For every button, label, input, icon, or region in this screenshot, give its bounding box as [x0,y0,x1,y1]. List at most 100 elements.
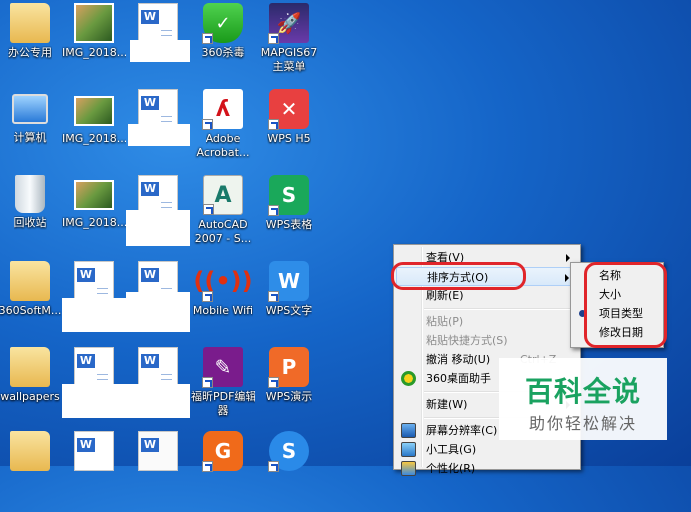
desktop-icon-wps-presentation[interactable]: P WPS演示 [257,344,321,428]
shortcut-arrow-icon [203,204,214,215]
redacted-label [126,384,190,418]
wps-spreadsheet-icon: S [268,175,309,216]
menu-item-label: 撤消 移动(U) [426,353,491,366]
menu-item-label: 个性化(R) [426,462,476,475]
folder-icon [10,347,50,387]
desktop-icon-wps-spreadsheet[interactable]: S WPS表格 [257,172,321,256]
desktop-icon-recycle-bin[interactable]: 回收站 [0,172,62,256]
wps-presentation-icon: P [268,347,309,388]
shortcut-arrow-icon [268,205,279,216]
360-assistant-icon [401,371,416,386]
desktop-icon-foxit-pdf[interactable]: ✎ 福昕PDF编辑 器 [191,344,255,428]
word-document-icon [74,431,114,471]
menu-item-paste[interactable]: 粘贴(P) [396,312,578,331]
shortcut-arrow-icon [268,461,279,472]
wps-writer-icon: W [268,261,309,302]
watermark: 百科全说 助你轻松解决 [499,358,667,440]
shortcut-arrow-icon [202,291,213,302]
desktop-icon-wps-writer[interactable]: W WPS文字 [257,258,321,342]
menu-item-label: 新建(W) [426,398,468,411]
wps-h5-icon: ✕ [268,89,309,130]
folder-icon [10,3,50,43]
desktop-icon-img-3[interactable]: IMG_2018... [62,172,126,256]
menu-item-label: 屏幕分辨率(C) [426,424,498,437]
submenu-arrow-icon [566,254,570,262]
desktop-icon-adobe-acrobat[interactable]: ʎ Adobe Acrobat... [191,86,255,170]
menu-item-label: 粘贴快捷方式(S) [426,334,508,347]
icon-label-line2: 主菜单 [272,60,306,73]
icon-label: 福昕PDF编辑 [191,390,255,403]
desktop-icon-office-folder[interactable]: 办公专用 [0,0,62,84]
word-document-icon [74,261,114,301]
redacted-label [128,124,190,146]
orange-app-icon: G [202,431,243,472]
icon-label: 办公专用 [8,46,52,59]
icon-label: Adobe [205,132,241,145]
desktop-icon-img-1[interactable]: IMG_2018... [62,0,126,84]
shortcut-arrow-icon [268,291,279,302]
redacted-label [130,40,190,62]
desktop-icon-doc-c2-6[interactable] [62,428,126,512]
desktop-icon-mapgis[interactable]: 🚀 MAPGIS67 主菜单 [257,0,321,84]
icon-label: IMG_2018... [62,46,126,59]
shield-icon: ✓ [202,3,243,44]
desktop-icon-360softm[interactable]: 360SoftM... [0,258,62,342]
highlight-box-sort-by [391,262,526,290]
desktop-icon-sogou[interactable]: S [257,428,321,512]
icon-label-line2: 器 [217,404,229,417]
desktop-icon-autocad[interactable]: A AutoCAD 2007 - S... [191,172,255,256]
desktop[interactable]: 办公专用 计算机 回收站 360SoftM... wallpapers IMG_… [0,0,691,476]
icon-label: AutoCAD [198,218,248,231]
gadgets-icon [401,442,416,457]
watermark-title: 百科全说 [524,375,641,408]
desktop-icon-doc-c3-6[interactable] [126,428,190,512]
menu-item-gadgets[interactable]: 小工具(G) [396,440,578,459]
icon-label: 回收站 [13,216,47,229]
shortcut-arrow-icon [268,377,279,388]
desktop-icon-orange-app[interactable]: G [191,428,255,512]
wifi-icon: ((•)) [193,261,253,302]
word-document-icon [138,347,178,387]
menu-item-paste-shortcut[interactable]: 粘贴快捷方式(S) [396,331,578,350]
desktop-icon-folder-6[interactable] [0,428,62,512]
menu-item-label: 小工具(G) [426,443,477,456]
word-document-icon [138,3,178,43]
desktop-icon-360-antivirus[interactable]: ✓ 360杀毒 [191,0,255,84]
icon-label: wallpapers [0,390,60,403]
icon-label: WPS文字 [265,304,313,317]
redacted-label [126,210,190,246]
icon-label: IMG_2018... [62,216,126,229]
redacted-label [62,298,126,332]
desktop-icon-wps-h5[interactable]: ✕ WPS H5 [257,86,321,170]
document-icon [138,431,178,471]
desktop-icon-img-2[interactable]: IMG_2018... [62,88,126,172]
desktop-icon-wallpapers[interactable]: wallpapers [0,344,62,428]
menu-item-personalize[interactable]: 个性化(R) [396,459,578,478]
monitor-icon [401,423,416,438]
redacted-label [126,292,190,332]
computer-icon [12,94,48,124]
shortcut-arrow-icon [268,33,279,44]
adobe-acrobat-icon: ʎ [202,89,243,130]
icon-label: WPS演示 [265,390,313,403]
word-document-icon [138,89,178,129]
photo-icon [74,180,114,210]
menu-separator [424,308,576,310]
word-document-icon [74,347,114,387]
watermark-subtitle: 助你轻松解决 [528,414,637,433]
icon-label: WPS H5 [267,132,311,145]
shortcut-arrow-icon [202,33,213,44]
foxit-pdf-editor-icon: ✎ [202,347,243,388]
icon-label: 360杀毒 [201,46,245,59]
desktop-icon-mobile-wifi[interactable]: ((•)) Mobile Wifi [191,258,255,342]
word-document-icon [138,175,178,215]
icon-label: IMG_2018... [62,132,126,145]
icon-label-line2: 2007 - S... [194,232,252,245]
menu-item-label: 360桌面助手 [426,372,491,385]
sogou-browser-icon: S [268,431,309,472]
desktop-icon-computer[interactable]: 计算机 [0,88,62,172]
submenu-arrow-icon [565,274,569,282]
folder-icon [10,261,50,301]
recycle-bin-icon [15,175,45,213]
shortcut-arrow-icon [202,377,213,388]
